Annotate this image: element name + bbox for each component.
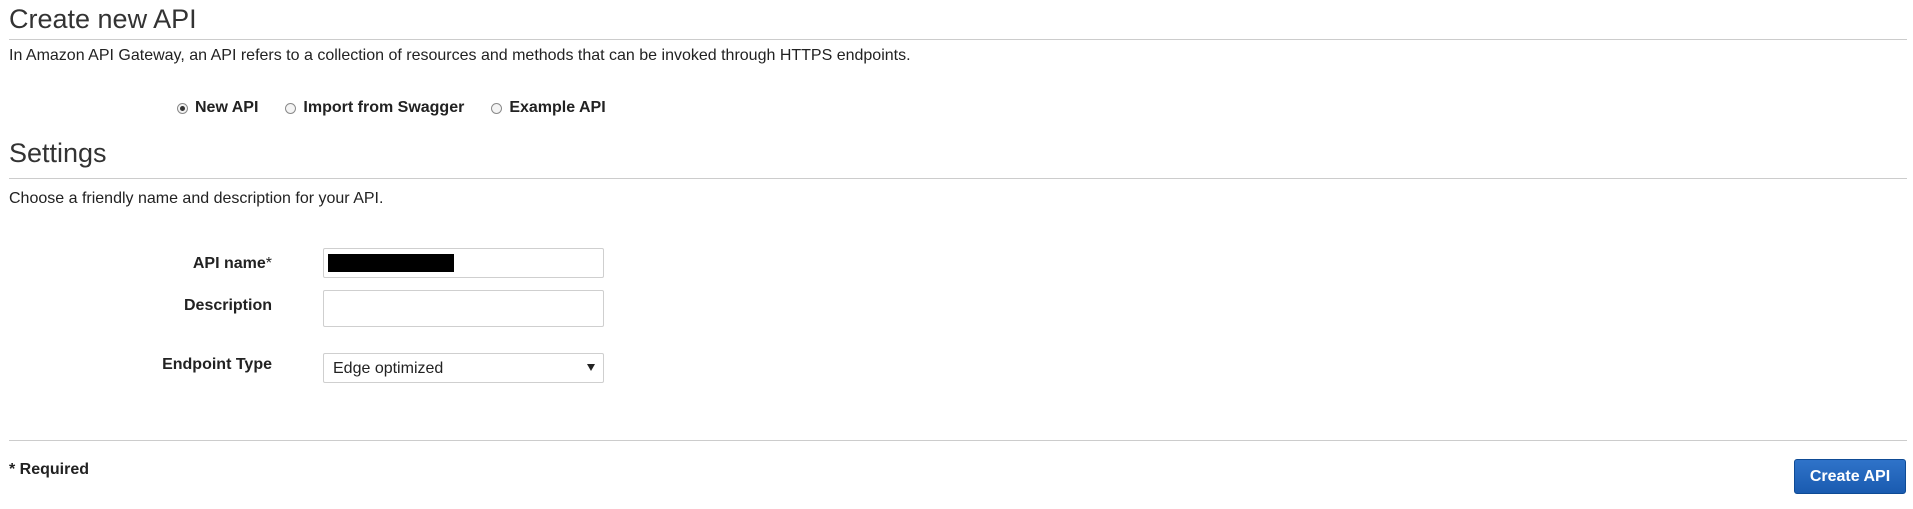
radio-new-api-label[interactable]: New API [195, 99, 258, 117]
radio-example-api-label[interactable]: Example API [509, 99, 605, 117]
radio-unchecked-icon[interactable] [285, 102, 297, 114]
settings-divider [9, 178, 1907, 179]
description-input[interactable] [323, 290, 604, 327]
radio-example-api[interactable]: Example API [491, 99, 606, 117]
radio-import-swagger-label[interactable]: Import from Swagger [303, 99, 464, 117]
endpoint-type-value: Edge optimized [333, 360, 444, 377]
settings-intro-text: Choose a friendly name and description f… [9, 190, 384, 207]
required-mark: * [265, 255, 272, 272]
settings-title: Settings [9, 138, 107, 168]
endpoint-type-select[interactable]: Edge optimized [323, 353, 604, 383]
create-api-page: Create new API In Amazon API Gateway, an… [0, 0, 1913, 509]
radio-new-api[interactable]: New API [177, 99, 258, 117]
api-source-radio-group: New API Import from Swagger Example API [177, 98, 633, 118]
api-name-label: API name* [193, 256, 272, 272]
api-name-input[interactable] [323, 248, 604, 278]
required-note: * Required [9, 461, 90, 478]
radio-import-swagger[interactable]: Import from Swagger [285, 99, 464, 117]
radio-checked-icon[interactable] [177, 102, 188, 114]
caret-down-icon [587, 364, 595, 371]
radio-unchecked-icon[interactable] [491, 102, 503, 114]
redacted-value [328, 254, 454, 272]
footer-divider [9, 440, 1907, 441]
api-name-label-text: API name [192, 255, 266, 272]
title-divider [9, 39, 1907, 40]
page-title: Create new API [9, 4, 197, 34]
endpoint-type-label: Endpoint Type [162, 356, 272, 373]
intro-text: In Amazon API Gateway, an API refers to … [9, 47, 911, 64]
create-api-button[interactable]: Create API [1794, 459, 1906, 494]
description-label: Description [183, 297, 272, 314]
